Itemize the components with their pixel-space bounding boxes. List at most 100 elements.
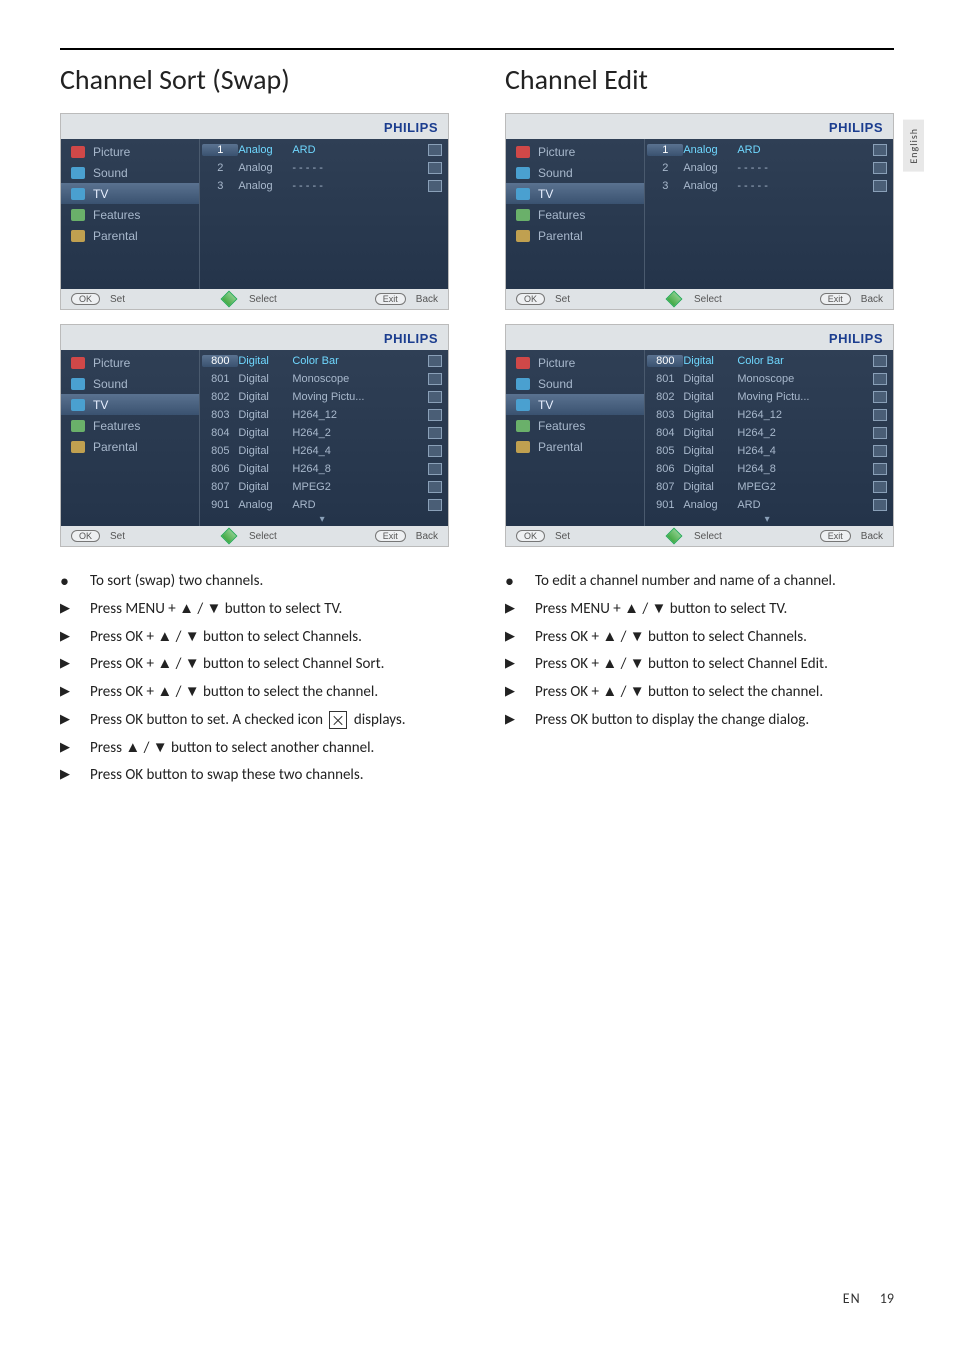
nav-diamond-icon (666, 528, 683, 545)
menu-item-features: Features (61, 415, 199, 436)
menu-icon (516, 399, 530, 411)
channel-type: Digital (238, 409, 292, 421)
channel-name: ARD (292, 144, 424, 156)
channel-name: - - - - - (292, 162, 424, 174)
menu-item-parental: Parental (506, 225, 644, 246)
channel-row: 2Analog- - - - - (202, 159, 442, 177)
tv-body: PictureSoundTVFeaturesParental 800Digita… (506, 350, 893, 526)
channel-pane: 1AnalogARD2Analog- - - - -3Analog- - - -… (200, 139, 448, 289)
channel-type: Analog (238, 144, 292, 156)
menu-item-picture: Picture (506, 141, 644, 162)
menu-item-label: Parental (538, 229, 583, 243)
more-below-icon: ▾ (202, 514, 442, 524)
ok-hint: OK (71, 530, 100, 542)
menu-icon (516, 420, 530, 432)
menu-icon (516, 209, 530, 221)
tv-header: PHILIPS (506, 114, 893, 139)
instruction-text: Press OK + ▲ / ▼ button to select the ch… (90, 682, 378, 704)
nav-diamond-icon (666, 291, 683, 308)
menu-icon (516, 378, 530, 390)
left-column: Channel Sort (Swap) PHILIPS PictureSound… (60, 62, 449, 793)
page-footer: EN 19 (843, 1290, 894, 1307)
back-hint: Back (861, 531, 883, 542)
menu-item-label: TV (93, 398, 108, 412)
channel-checkbox-icon (428, 481, 442, 493)
play-icon: ▶ (505, 682, 523, 702)
ok-hint: OK (516, 293, 545, 305)
menu-item-label: TV (93, 187, 108, 201)
channel-type: Digital (238, 463, 292, 475)
exit-hint: Exit (375, 293, 406, 305)
menu-icon (71, 378, 85, 390)
channel-checkbox-icon (873, 409, 887, 421)
channel-name: Color Bar (737, 355, 869, 367)
brand-logo: PHILIPS (384, 331, 438, 346)
select-hint: Select (694, 294, 722, 305)
instruction-text: Press OK button to swap these two channe… (90, 765, 364, 787)
menu-item-label: Parental (538, 440, 583, 454)
channel-checkbox-icon (428, 409, 442, 421)
menu-item-tv: TV (61, 183, 199, 204)
play-icon: ▶ (60, 765, 78, 785)
exit-hint: Exit (820, 530, 851, 542)
channel-row: 802DigitalMoving Pictu... (202, 388, 442, 406)
channel-checkbox-icon (873, 481, 887, 493)
channel-type: Digital (683, 373, 737, 385)
channel-name: Monoscope (737, 373, 869, 385)
instruction-item: •To sort (swap) two channels. (60, 571, 449, 593)
menu-icon (516, 146, 530, 158)
nav-diamond-icon (221, 291, 238, 308)
channel-name: H264_12 (737, 409, 869, 421)
channel-type: Digital (238, 373, 292, 385)
menu-icon (71, 230, 85, 242)
menu-item-picture: Picture (61, 141, 199, 162)
ok-hint: OK (71, 293, 100, 305)
channel-number: 806 (202, 463, 238, 475)
more-below-icon: ▾ (647, 514, 887, 524)
channel-name: - - - - - (737, 162, 869, 174)
channel-row: 800DigitalColor Bar (202, 352, 442, 370)
menu-item-label: Features (93, 419, 140, 433)
channel-type: Digital (238, 445, 292, 457)
menu-icon (516, 357, 530, 369)
channel-type: Digital (683, 445, 737, 457)
channel-number: 3 (202, 180, 238, 192)
instruction-item: ▶Press MENU + ▲ / ▼ button to select TV. (505, 599, 894, 621)
language-tab: English (903, 120, 924, 172)
checked-icon (329, 711, 347, 729)
instruction-text: Press MENU + ▲ / ▼ button to select TV. (535, 599, 787, 621)
page-lang: EN (843, 1290, 861, 1307)
channel-name: ARD (737, 144, 869, 156)
menu-icon (71, 399, 85, 411)
channel-checkbox-icon (428, 445, 442, 457)
channel-number: 801 (647, 373, 683, 385)
menu-item-label: Picture (538, 145, 575, 159)
channel-name: H264_8 (737, 463, 869, 475)
menu-item-parental: Parental (61, 225, 199, 246)
instruction-item: ▶Press OK + ▲ / ▼ button to select the c… (60, 682, 449, 704)
channel-name: Moving Pictu... (737, 391, 869, 403)
menu-item-label: Sound (93, 166, 128, 180)
channel-type: Digital (683, 355, 737, 367)
channel-checkbox-icon (873, 463, 887, 475)
menu-item-parental: Parental (506, 436, 644, 457)
channel-name: H264_2 (737, 427, 869, 439)
menu-item-label: Features (93, 208, 140, 222)
play-icon: ▶ (60, 627, 78, 647)
menu-sidebar: Picture Sound TV Features Parental (61, 139, 200, 289)
channel-type: Analog (238, 162, 292, 174)
channel-number: 2 (647, 162, 683, 174)
right-column: Channel Edit PHILIPS PictureSoundTVFeatu… (505, 62, 894, 793)
channel-type: Digital (683, 391, 737, 403)
set-hint: Set (110, 531, 125, 542)
channel-type: Digital (238, 427, 292, 439)
instruction-text: Press OK button to set. A checked icon d… (90, 710, 406, 732)
exit-hint: Exit (820, 293, 851, 305)
channel-checkbox-icon (428, 162, 442, 174)
menu-icon (516, 441, 530, 453)
select-hint: Select (694, 531, 722, 542)
right-title: Channel Edit (505, 62, 894, 97)
channel-row: 2Analog- - - - - (647, 159, 887, 177)
instruction-item: ▶Press OK button to display the change d… (505, 710, 894, 732)
channel-name: H264_2 (292, 427, 424, 439)
